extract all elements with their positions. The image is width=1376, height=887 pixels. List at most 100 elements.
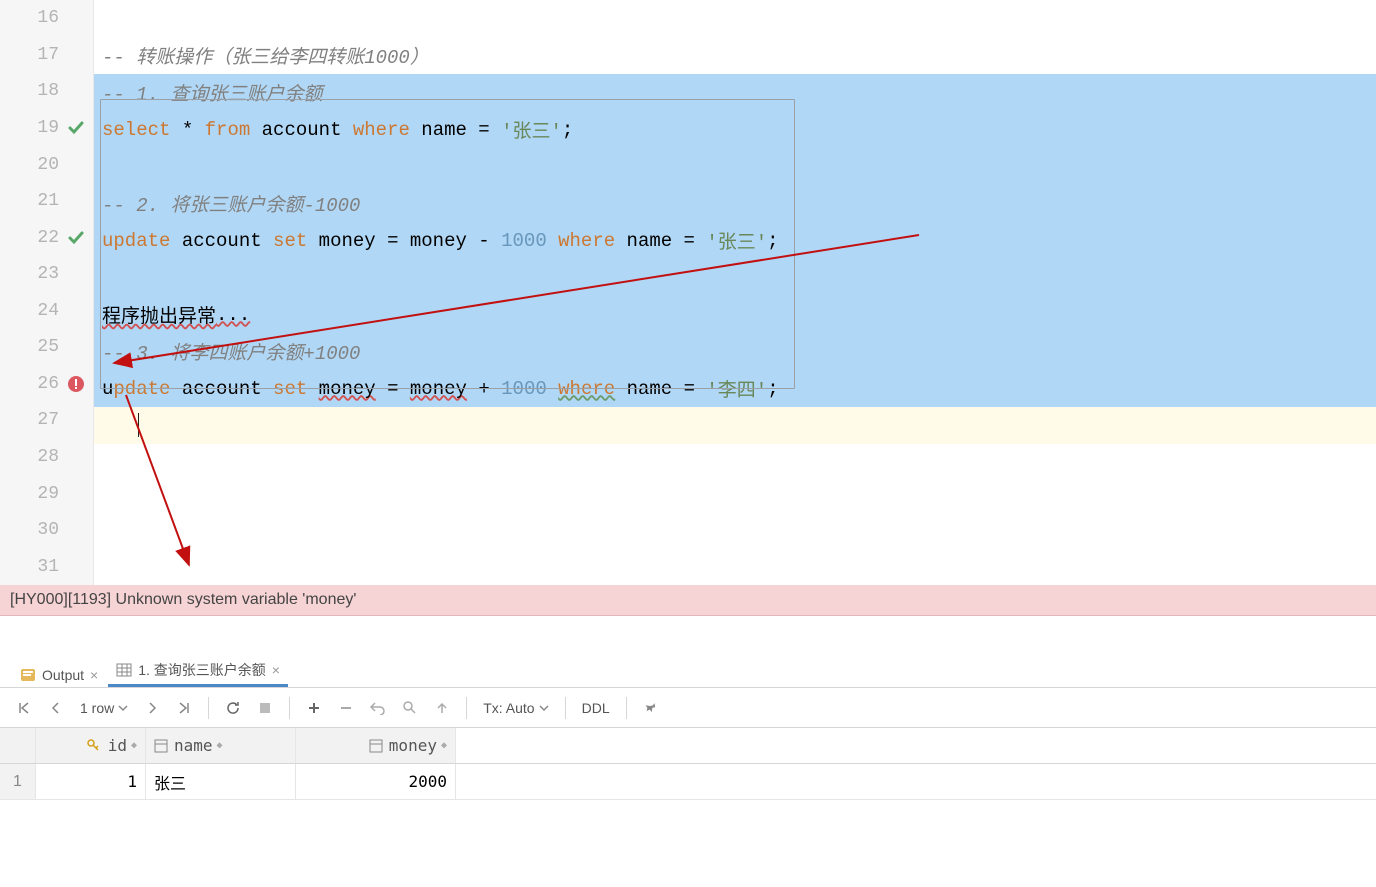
last-page-button[interactable] xyxy=(170,694,198,722)
close-icon[interactable]: × xyxy=(90,667,98,683)
rowcount-label: 1 row xyxy=(80,700,114,716)
cell-name[interactable]: 张三 xyxy=(146,764,296,799)
sort-icon: ◆ xyxy=(217,740,223,751)
sort-icon: ◆ xyxy=(441,740,447,751)
reload-button[interactable] xyxy=(219,694,247,722)
gutter-blank xyxy=(65,446,87,468)
gutter-blank xyxy=(65,263,87,285)
code-line[interactable]: -- 转账操作（张三给李四转账1000） xyxy=(94,37,1376,74)
gutter-row[interactable]: 30 xyxy=(0,512,93,549)
column-icon xyxy=(154,739,168,753)
gutter: 16 17 18 19 20 21 22 23 24 25 26 27 28 29 30 31 xyxy=(0,0,94,585)
execution-outline xyxy=(100,99,795,389)
column-header-id[interactable]: id ◆ xyxy=(36,728,146,763)
code-area[interactable]: -- 转账操作（张三给李四转账1000）-- 1. 查询张三账户余额select… xyxy=(94,0,1376,585)
pin-button[interactable] xyxy=(637,694,665,722)
gutter-row[interactable]: 28 xyxy=(0,439,93,476)
gutter-row[interactable]: 16 xyxy=(0,0,93,37)
stop-button[interactable] xyxy=(251,694,279,722)
tab-output-label: Output xyxy=(42,667,84,683)
add-row-button[interactable] xyxy=(300,694,328,722)
gutter-row[interactable]: 27 xyxy=(0,402,93,439)
grid-icon xyxy=(116,662,132,678)
gutter-blank xyxy=(65,80,87,102)
gutter-blank xyxy=(65,300,87,322)
code-line[interactable] xyxy=(94,0,1376,37)
gutter-row[interactable]: 22 xyxy=(0,219,93,256)
rownum-header xyxy=(0,728,36,763)
table-row[interactable]: 1 1 张三 2000 xyxy=(0,764,1376,800)
line-number: 30 xyxy=(23,520,59,540)
rowcount-dropdown[interactable]: 1 row xyxy=(74,700,134,716)
output-icon xyxy=(20,667,36,683)
gutter-blank xyxy=(65,409,87,431)
line-number: 23 xyxy=(23,264,59,284)
code-line[interactable] xyxy=(94,555,1376,592)
line-number: 20 xyxy=(23,155,59,175)
gutter-row[interactable]: 20 xyxy=(0,146,93,183)
column-id-label: id xyxy=(108,736,127,755)
gutter-row[interactable]: 24 xyxy=(0,293,93,330)
column-icon xyxy=(369,739,383,753)
cell-rownum: 1 xyxy=(0,764,36,799)
cell-money[interactable]: 2000 xyxy=(296,764,456,799)
code-line[interactable] xyxy=(94,444,1376,481)
next-page-button[interactable] xyxy=(138,694,166,722)
close-icon[interactable]: × xyxy=(272,662,280,678)
result-toolbar: 1 row Tx: Auto DDL xyxy=(0,688,1376,728)
line-number: 16 xyxy=(23,8,59,28)
gutter-row[interactable]: 18 xyxy=(0,73,93,110)
gutter-blank xyxy=(65,190,87,212)
prev-page-button[interactable] xyxy=(42,694,70,722)
gutter-row[interactable]: 19 xyxy=(0,110,93,147)
gutter-row[interactable]: 26 xyxy=(0,366,93,403)
column-header-money[interactable]: money ◆ xyxy=(296,728,456,763)
gutter-blank xyxy=(65,556,87,578)
line-number: 27 xyxy=(23,410,59,430)
line-number: 25 xyxy=(23,337,59,357)
gutter-blank xyxy=(65,154,87,176)
gutter-row[interactable]: 17 xyxy=(0,37,93,74)
chevron-down-icon xyxy=(539,703,549,713)
line-number: 28 xyxy=(23,447,59,467)
column-name-label: name xyxy=(174,736,213,755)
code-line[interactable] xyxy=(94,518,1376,555)
tab-result-label: 1. 查询张三账户余额 xyxy=(138,660,266,680)
gutter-row[interactable]: 21 xyxy=(0,183,93,220)
revert-button[interactable] xyxy=(364,694,392,722)
result-table: id ◆ name ◆ money ◆ 1 1 张三 2000 xyxy=(0,728,1376,800)
gutter-row[interactable]: 31 xyxy=(0,548,93,585)
preview-changes-button[interactable] xyxy=(396,694,424,722)
gutter-blank xyxy=(65,519,87,541)
line-number: 31 xyxy=(23,557,59,577)
sql-editor: 16 17 18 19 20 21 22 23 24 25 26 27 28 29 30 31 -- 转账操作… xyxy=(0,0,1376,585)
column-header-name[interactable]: name ◆ xyxy=(146,728,296,763)
gutter-blank xyxy=(65,44,87,66)
cell-id[interactable]: 1 xyxy=(36,764,146,799)
gutter-row[interactable]: 29 xyxy=(0,475,93,512)
gutter-row[interactable]: 23 xyxy=(0,256,93,293)
code-line[interactable] xyxy=(94,407,1376,444)
line-number: 29 xyxy=(23,484,59,504)
tab-output[interactable]: Output × xyxy=(12,663,106,687)
chevron-down-icon xyxy=(118,703,128,713)
result-tabs: Output × 1. 查询张三账户余额 × xyxy=(0,646,1376,688)
sort-icon: ◆ xyxy=(131,740,137,751)
first-page-button[interactable] xyxy=(10,694,38,722)
line-number: 22 xyxy=(23,228,59,248)
ddl-button[interactable]: DDL xyxy=(576,700,616,716)
error-icon xyxy=(65,373,87,395)
code-line[interactable] xyxy=(94,481,1376,518)
gutter-row[interactable]: 25 xyxy=(0,329,93,366)
submit-button[interactable] xyxy=(428,694,456,722)
check-icon xyxy=(65,227,87,249)
line-number: 17 xyxy=(23,45,59,65)
tab-result[interactable]: 1. 查询张三账户余额 × xyxy=(108,656,288,687)
line-number: 21 xyxy=(23,191,59,211)
tx-mode-dropdown[interactable]: Tx: Auto xyxy=(477,700,554,716)
gutter-blank xyxy=(65,483,87,505)
remove-row-button[interactable] xyxy=(332,694,360,722)
line-number: 26 xyxy=(23,374,59,394)
line-number: 19 xyxy=(23,118,59,138)
column-money-label: money xyxy=(389,736,437,755)
